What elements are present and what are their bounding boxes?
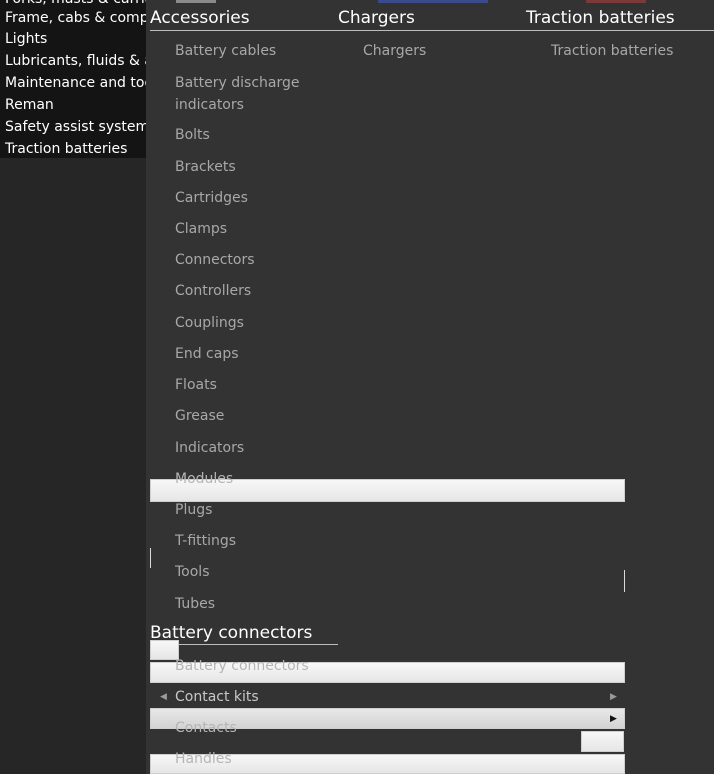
left-panel-background bbox=[0, 158, 146, 774]
submenu-item-connectors[interactable]: Connectors bbox=[175, 250, 255, 271]
left-menu-item-frame[interactable]: Frame, cabs & components bbox=[5, 9, 146, 27]
submenu-item-plugs[interactable]: Plugs bbox=[175, 500, 212, 521]
left-menu-item-lubricants[interactable]: Lubricants, fluids & a bbox=[5, 52, 146, 70]
chevron-right-icon[interactable]: ▶ bbox=[610, 714, 617, 724]
banner-image-strip bbox=[586, 0, 646, 3]
chevron-left-icon[interactable]: ◀ bbox=[160, 692, 167, 702]
banner-image-strip bbox=[378, 0, 488, 3]
submenu-item-modules[interactable]: Modules bbox=[175, 469, 233, 490]
left-menu-item-forks[interactable]: Forks, masts & carriages bbox=[5, 0, 146, 8]
left-menu-item-maintenance[interactable]: Maintenance and tools bbox=[5, 74, 146, 92]
left-menu-item-reman[interactable]: Reman bbox=[5, 96, 54, 114]
column-title-chargers[interactable]: Chargers bbox=[338, 8, 415, 28]
left-menu-item-safety[interactable]: Safety assist systems bbox=[5, 118, 146, 136]
left-category-menu: Forks, masts & carriages Frame, cabs & c… bbox=[0, 0, 146, 158]
submenu-item-chargers[interactable]: Chargers bbox=[363, 41, 426, 62]
chevron-right-icon[interactable]: ▶ bbox=[610, 692, 617, 702]
banner-image-strip bbox=[176, 0, 216, 3]
submenu-item-clamps[interactable]: Clamps bbox=[175, 219, 227, 240]
left-menu-item-lights[interactable]: Lights bbox=[5, 30, 47, 48]
column-title-divider bbox=[150, 30, 714, 31]
submenu-item-contacts[interactable]: Contacts bbox=[175, 718, 237, 739]
submenu-item-handles[interactable]: Handles bbox=[175, 749, 232, 770]
scroll-marker bbox=[624, 570, 625, 592]
overlay-small-bar bbox=[581, 731, 624, 752]
submenu-item-indicators[interactable]: Indicators bbox=[175, 438, 244, 459]
submenu-item-battery-cables[interactable]: Battery cables bbox=[175, 41, 276, 62]
left-menu-item-traction-batteries[interactable]: Traction batteries bbox=[5, 140, 127, 158]
submenu-item-contact-kits[interactable]: Contact kits bbox=[175, 687, 259, 708]
submenu-item-bolts[interactable]: Bolts bbox=[175, 125, 210, 146]
column-title-accessories[interactable]: Accessories bbox=[150, 8, 250, 28]
submenu-item-floats[interactable]: Floats bbox=[175, 375, 217, 396]
submenu-item-tubes[interactable]: Tubes bbox=[175, 594, 215, 615]
submenu-item-grease[interactable]: Grease bbox=[175, 406, 224, 427]
submenu-item-tools[interactable]: Tools bbox=[175, 562, 210, 583]
submenu-item-couplings[interactable]: Couplings bbox=[175, 313, 244, 334]
mega-menu-panel: Accessories Chargers Traction batteries … bbox=[146, 0, 714, 774]
submenu-item-controllers[interactable]: Controllers bbox=[175, 281, 251, 302]
submenu-item-end-caps[interactable]: End caps bbox=[175, 344, 239, 365]
submenu-item-brackets[interactable]: Brackets bbox=[175, 157, 236, 178]
submenu-item-t-fittings[interactable]: T-fittings bbox=[175, 531, 236, 552]
submenu-item-battery-discharge-indicators[interactable]: Battery discharge indicators bbox=[175, 72, 305, 116]
submenu-item-traction-batteries[interactable]: Traction batteries bbox=[551, 41, 673, 62]
submenu-item-battery-connectors[interactable]: Battery connectors bbox=[175, 656, 309, 677]
submenu-item-cartridges[interactable]: Cartridges bbox=[175, 188, 248, 209]
scroll-marker bbox=[150, 548, 151, 568]
column-title-traction-batteries[interactable]: Traction batteries bbox=[526, 8, 675, 28]
